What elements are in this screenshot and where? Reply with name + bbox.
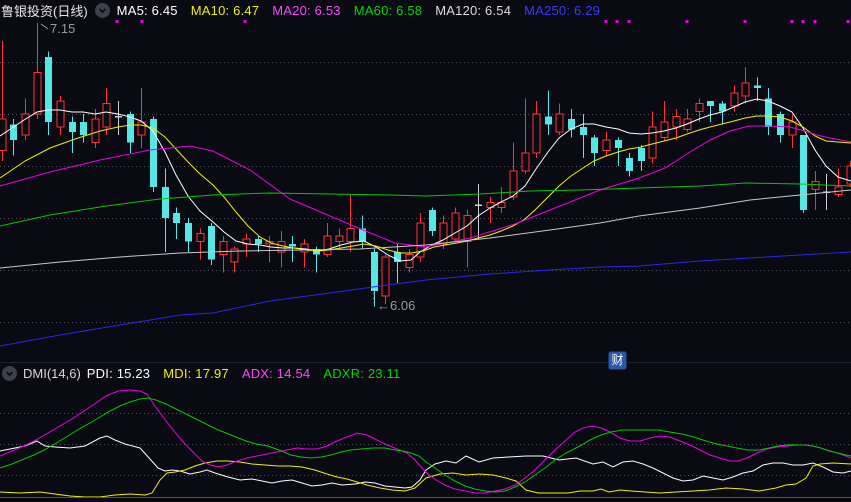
chart-canvas[interactable]: 7.15 ←6.06 bbox=[0, 0, 851, 502]
dmi-legend-item-pdi: PDI: 15.23 bbox=[86, 365, 151, 381]
candle bbox=[91, 108, 100, 148]
candle bbox=[80, 114, 87, 143]
collapse-main-chart-button[interactable] bbox=[94, 3, 110, 18]
candle bbox=[265, 236, 274, 263]
ma-legend-item-ma250: MA250: 6.29 bbox=[524, 3, 601, 18]
candle bbox=[486, 197, 495, 224]
dmi-legend-item-mdi: MDI: 17.97 bbox=[163, 365, 229, 381]
dmi-indicator-title: DMI(14,6) bbox=[23, 365, 81, 381]
ma-line-ma120 bbox=[0, 189, 851, 269]
candle bbox=[545, 90, 552, 135]
candle bbox=[475, 184, 482, 239]
candle bbox=[555, 103, 564, 135]
ma-legend-item-ma5: MA5: 6.45 bbox=[116, 3, 178, 18]
candle bbox=[811, 171, 820, 211]
stock-title: 鲁银投资(日线) bbox=[1, 4, 88, 19]
candle bbox=[521, 98, 530, 174]
candle bbox=[277, 231, 286, 268]
candle bbox=[683, 108, 692, 133]
candle bbox=[788, 114, 797, 148]
ma-legend: MA5: 6.45 MA10: 6.47 MA20: 6.53 MA60: 6.58 M… bbox=[117, 3, 600, 18]
price-gridlines bbox=[0, 62, 851, 323]
candle bbox=[846, 160, 851, 187]
candle bbox=[255, 236, 262, 252]
candle bbox=[638, 145, 645, 172]
dmi-legend-item-adxr: ADXR: 23.11 bbox=[323, 365, 401, 381]
candle bbox=[137, 88, 146, 148]
candle bbox=[33, 23, 42, 120]
dmi-panel-plot bbox=[0, 389, 851, 498]
dmi-panel-header: DMI(14,6) PDI: 15.23 MDI: 17.97 ADX: 14.54… bbox=[2, 364, 400, 382]
candle bbox=[660, 101, 669, 140]
candle bbox=[0, 41, 7, 161]
candle bbox=[754, 77, 761, 101]
candle bbox=[230, 246, 239, 273]
candle bbox=[451, 207, 460, 242]
candle bbox=[196, 228, 205, 260]
dmi-legend-item-adx: ADX: 14.54 bbox=[241, 365, 311, 381]
candle bbox=[242, 233, 251, 257]
finance-event-badge[interactable]: 财 bbox=[609, 352, 626, 369]
dmi-line-adx bbox=[0, 389, 851, 494]
candle bbox=[602, 132, 611, 156]
bottom-strip bbox=[0, 498, 851, 502]
candle bbox=[532, 101, 541, 159]
candle bbox=[45, 51, 52, 135]
candle bbox=[10, 119, 17, 156]
candle bbox=[115, 101, 122, 135]
candle bbox=[323, 223, 332, 257]
candle bbox=[102, 88, 111, 135]
candle bbox=[208, 223, 215, 265]
candle bbox=[648, 111, 657, 164]
low-price-label: ←6.06 bbox=[377, 298, 415, 313]
candle bbox=[173, 207, 180, 239]
candle bbox=[626, 153, 633, 177]
collapse-dmi-button[interactable] bbox=[2, 365, 17, 381]
candle bbox=[765, 88, 772, 135]
candle bbox=[497, 186, 506, 213]
candle bbox=[580, 114, 587, 159]
ma-legend-item-ma20: MA20: 6.53 bbox=[272, 3, 341, 18]
candle bbox=[381, 254, 390, 304]
candle bbox=[800, 134, 807, 213]
candle bbox=[185, 218, 192, 252]
ma-legend-item-ma60: MA60: 6.58 bbox=[353, 3, 423, 18]
candle bbox=[69, 116, 76, 153]
candle bbox=[416, 212, 425, 263]
candle bbox=[162, 168, 169, 252]
candle bbox=[429, 207, 436, 237]
ma-line-ma250 bbox=[0, 251, 851, 347]
dmi-legend: PDI: 15.23 MDI: 17.97 ADX: 14.54 ADXR: 23.1… bbox=[87, 366, 401, 381]
ma-line-ma20 bbox=[0, 125, 851, 248]
main-chart-header: 鲁银投资(日线) MA5: 6.45 MA10: 6.47 MA20: 6.53 MA… bbox=[1, 0, 600, 21]
stock-chart-app: 7.15 ←6.06 鲁银投资(日线) MA5: 6.45 MA10: 6.47 MA… bbox=[0, 0, 851, 502]
candle bbox=[834, 168, 843, 198]
high-price-label: 7.15 bbox=[50, 21, 75, 36]
dmi-line-mdi bbox=[0, 460, 851, 498]
candle bbox=[672, 108, 681, 140]
candle bbox=[394, 244, 401, 283]
candle bbox=[289, 236, 296, 263]
chevron-down-icon bbox=[98, 8, 106, 14]
ma-legend-item-ma10: MA10: 6.47 bbox=[190, 3, 260, 18]
candle bbox=[219, 236, 228, 273]
candlesticks bbox=[0, 23, 851, 307]
candle bbox=[741, 67, 750, 104]
candle bbox=[300, 238, 309, 268]
ma-legend-item-ma120: MA120: 6.54 bbox=[435, 3, 512, 18]
chevron-down-icon bbox=[5, 370, 14, 376]
candle bbox=[568, 108, 575, 138]
candle bbox=[707, 101, 714, 122]
candle bbox=[509, 142, 518, 200]
candle bbox=[56, 95, 65, 135]
